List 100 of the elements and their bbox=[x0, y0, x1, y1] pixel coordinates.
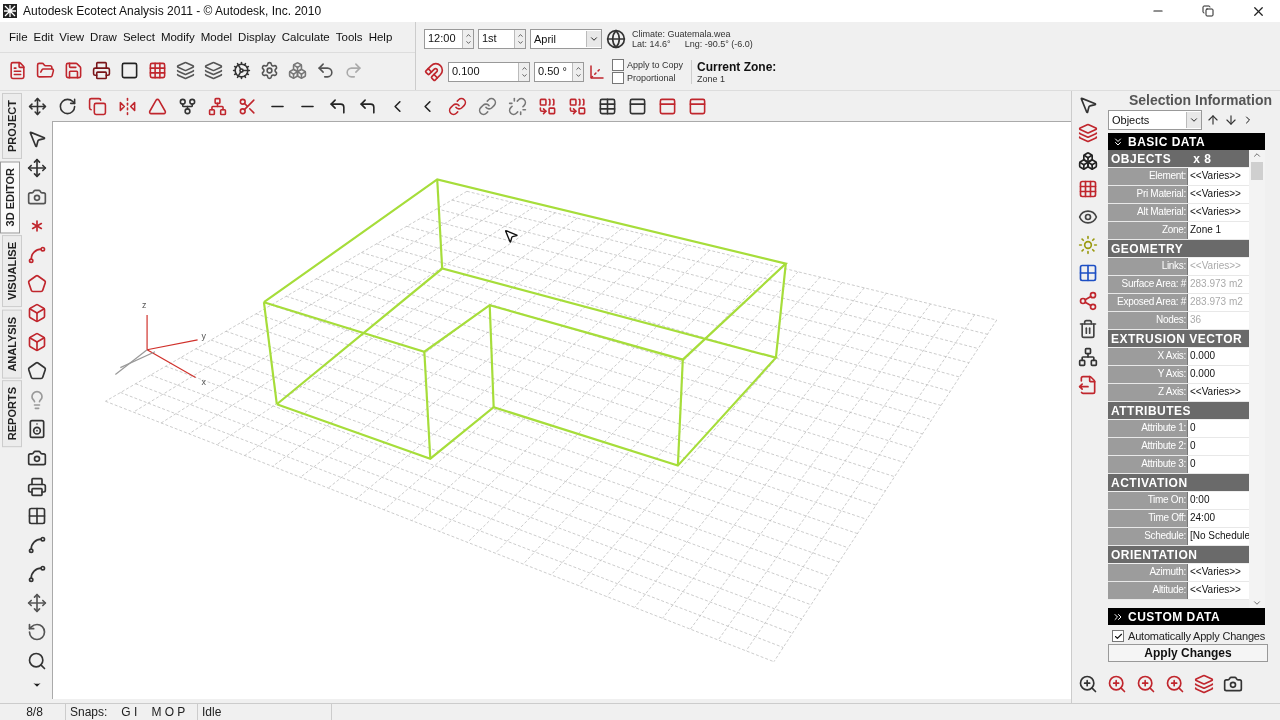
layers-icon[interactable] bbox=[176, 60, 195, 80]
printer-icon[interactable] bbox=[92, 60, 111, 80]
rotate-icon[interactable] bbox=[27, 622, 47, 642]
move-icon[interactable] bbox=[27, 593, 47, 613]
menu-item[interactable]: Draw bbox=[87, 27, 120, 47]
menu-item[interactable]: Modify bbox=[157, 27, 198, 47]
gear-icon[interactable] bbox=[260, 60, 279, 80]
section-header[interactable]: BASIC DATA bbox=[1108, 133, 1265, 150]
layers-icon[interactable] bbox=[204, 60, 223, 80]
box-icon[interactable] bbox=[27, 303, 47, 323]
globe-icon[interactable] bbox=[606, 28, 626, 49]
down-arrow-icon[interactable] bbox=[1224, 113, 1238, 127]
property-value[interactable]: <<Varies>> bbox=[1187, 564, 1249, 581]
mirror-icon[interactable] bbox=[118, 96, 137, 116]
gear-icon[interactable] bbox=[232, 60, 251, 80]
up-arrow-icon[interactable] bbox=[1206, 113, 1220, 127]
spline-icon[interactable] bbox=[27, 564, 47, 584]
side-tab[interactable]: 3D EDITOR bbox=[0, 160, 20, 234]
speaker-icon[interactable] bbox=[27, 419, 47, 439]
filter-dropdown[interactable]: Objects bbox=[1108, 110, 1202, 130]
scroll-thumb[interactable] bbox=[1251, 162, 1263, 180]
spline-icon[interactable] bbox=[27, 535, 47, 555]
property-value[interactable]: Zone 1 bbox=[1187, 222, 1249, 239]
property-value[interactable]: 0:00 bbox=[1187, 492, 1249, 509]
folder-icon[interactable] bbox=[36, 60, 55, 80]
side-tab[interactable]: ANALYSIS bbox=[2, 309, 22, 379]
property-value[interactable]: 0.000 bbox=[1187, 348, 1249, 365]
checkbox[interactable] bbox=[612, 72, 624, 84]
section-header[interactable]: CUSTOM DATA bbox=[1108, 608, 1265, 625]
property-value[interactable]: 0 bbox=[1187, 438, 1249, 455]
document-icon[interactable] bbox=[8, 60, 27, 80]
pentagon-icon[interactable] bbox=[27, 274, 47, 294]
search-icon[interactable] bbox=[27, 651, 47, 671]
checkbox[interactable] bbox=[1112, 630, 1124, 642]
snap-angle-spinner[interactable]: 0.50 ° bbox=[534, 61, 584, 82]
snap-increment-spinner[interactable]: 0.100 bbox=[448, 61, 530, 82]
spin-up-icon[interactable] bbox=[464, 31, 472, 39]
corner-icon[interactable] bbox=[328, 96, 347, 116]
property-value[interactable]: <<Varies>> bbox=[1187, 384, 1249, 401]
export-icon[interactable] bbox=[1078, 375, 1098, 395]
menu-item[interactable]: Tools bbox=[332, 27, 366, 47]
day-spinner[interactable]: 1st bbox=[478, 28, 526, 49]
triangle-icon[interactable] bbox=[148, 96, 167, 116]
menu-item[interactable]: Select bbox=[119, 27, 158, 47]
unlink-icon[interactable] bbox=[508, 96, 527, 116]
property-value[interactable]: 24:00 bbox=[1187, 510, 1249, 527]
network-icon[interactable] bbox=[208, 96, 227, 116]
side-tab[interactable]: REPORTS bbox=[2, 380, 22, 448]
combine-icon[interactable] bbox=[538, 96, 557, 116]
network-icon[interactable] bbox=[1078, 347, 1098, 367]
zoom-icon[interactable] bbox=[1136, 674, 1156, 694]
magnet-icon[interactable] bbox=[424, 61, 444, 82]
rotate-icon[interactable] bbox=[58, 96, 77, 116]
link-icon[interactable] bbox=[448, 96, 467, 116]
sun-icon[interactable] bbox=[1078, 235, 1098, 255]
grid-icon[interactable] bbox=[1078, 179, 1098, 199]
caret-icon[interactable] bbox=[32, 680, 42, 690]
zoom-icon[interactable] bbox=[1165, 674, 1185, 694]
trash-icon[interactable] bbox=[1078, 319, 1098, 339]
panel-icon[interactable] bbox=[658, 96, 677, 116]
move-icon[interactable] bbox=[27, 158, 47, 178]
side-tab[interactable]: VISUALISE bbox=[2, 235, 22, 308]
eye-icon[interactable] bbox=[1078, 207, 1098, 227]
square-icon[interactable] bbox=[120, 60, 139, 80]
boxes-icon[interactable] bbox=[1078, 151, 1098, 171]
property-value[interactable]: <<Varies>> bbox=[1187, 186, 1249, 203]
grid-icon[interactable] bbox=[148, 60, 167, 80]
axis-icon[interactable] bbox=[588, 62, 606, 81]
move-icon[interactable] bbox=[28, 96, 47, 116]
spin-up-icon[interactable] bbox=[574, 64, 582, 72]
month-dropdown[interactable]: April bbox=[530, 28, 602, 49]
property-value[interactable]: <<Varies>> bbox=[1187, 204, 1249, 221]
property-value[interactable]: 0 bbox=[1187, 456, 1249, 473]
grid-icon[interactable] bbox=[1078, 263, 1098, 283]
pointer-icon[interactable] bbox=[27, 129, 47, 149]
menu-item[interactable]: Help bbox=[365, 27, 396, 47]
corner-icon[interactable] bbox=[358, 96, 377, 116]
viewport-canvas[interactable]: z y x bbox=[52, 121, 1071, 699]
save-icon[interactable] bbox=[64, 60, 83, 80]
pentagon-icon[interactable] bbox=[27, 361, 47, 381]
link-icon[interactable] bbox=[478, 96, 497, 116]
property-value[interactable]: 0.000 bbox=[1187, 366, 1249, 383]
spin-up-icon[interactable] bbox=[520, 64, 528, 72]
menu-item[interactable]: Display bbox=[235, 27, 279, 47]
spin-down-icon[interactable] bbox=[574, 71, 582, 79]
panel-icon[interactable] bbox=[688, 96, 707, 116]
zoom-icon[interactable] bbox=[1107, 674, 1127, 694]
panel-icon[interactable] bbox=[628, 96, 647, 116]
menu-item[interactable]: Edit bbox=[30, 27, 57, 47]
scroll-up-icon[interactable] bbox=[1252, 150, 1262, 160]
menu-item[interactable]: View bbox=[56, 27, 88, 47]
side-tab[interactable]: PROJECT bbox=[2, 93, 22, 159]
undo-icon[interactable] bbox=[316, 60, 335, 80]
camera-icon[interactable] bbox=[1223, 674, 1243, 694]
spin-up-icon[interactable] bbox=[516, 31, 524, 39]
checkbox[interactable] bbox=[612, 59, 624, 71]
menu-item[interactable]: Calculate bbox=[278, 27, 333, 47]
pointer-icon[interactable] bbox=[1078, 95, 1098, 115]
property-value[interactable]: <<Varies>> bbox=[1187, 582, 1249, 599]
property-value[interactable]: [No Schedule bbox=[1187, 528, 1249, 545]
